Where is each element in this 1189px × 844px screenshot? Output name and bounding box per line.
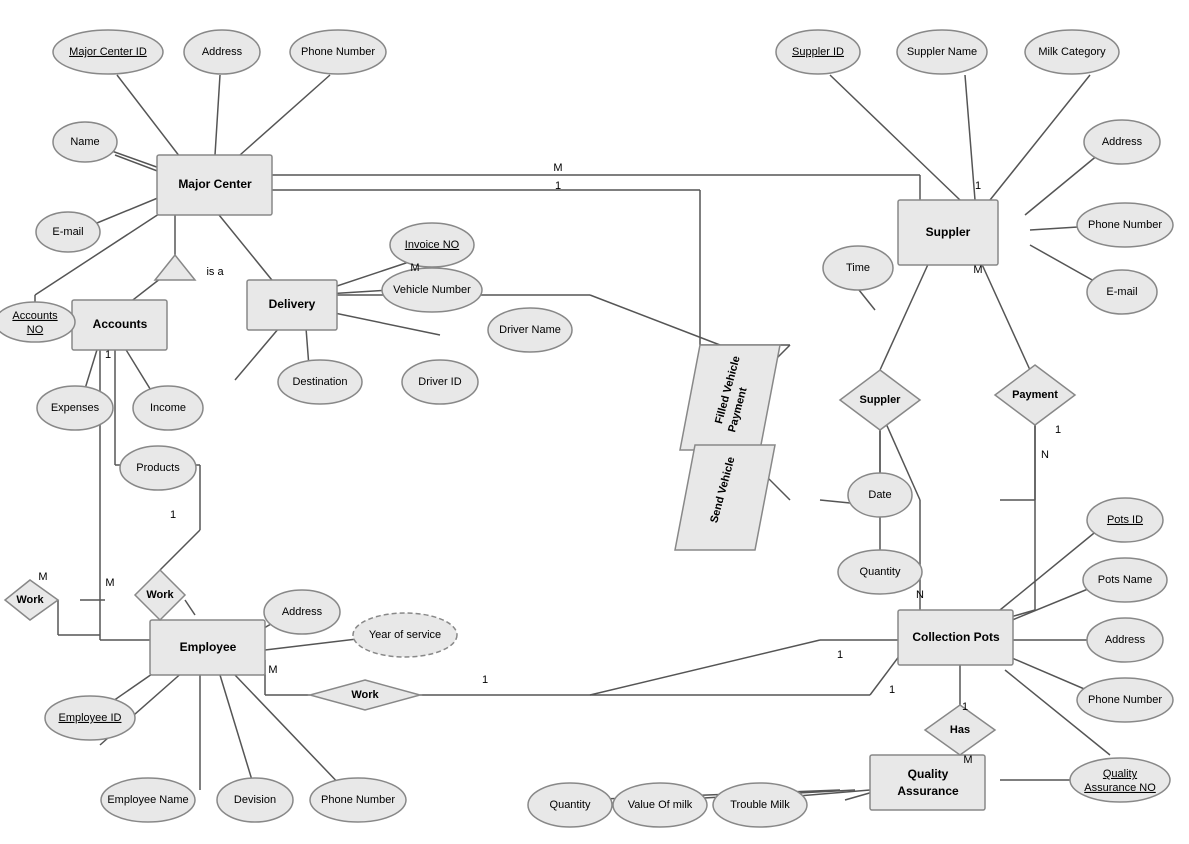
relationship-has-label: Has [950, 724, 970, 736]
entity-major-center-label: Major Center [178, 177, 252, 191]
cardinality-1-top: 1 [555, 180, 561, 192]
attr-qa-no-label: Quality [1103, 768, 1138, 780]
er-diagram: Major Center Accounts Delivery Employee … [0, 0, 1189, 841]
attr-major-center-name-label: Name [70, 136, 99, 148]
attr-pots-id-label: Pots ID [1107, 514, 1143, 526]
attr-suppler-quantity-label: Quantity [860, 566, 901, 578]
attr-major-center-email-label: E-mail [52, 226, 83, 238]
attr-qa-no [1070, 758, 1170, 802]
cardinality-1-payment: 1 [1055, 424, 1061, 436]
attr-driver-name-label: Driver Name [499, 324, 561, 336]
attr-major-center-address-label: Address [202, 46, 243, 58]
cardinality-m-has: M [963, 754, 972, 766]
attr-expenses-label: Expenses [51, 402, 100, 414]
cardinality-m-work-left2: M [38, 571, 47, 583]
attr-major-center-id-label: Major Center ID [69, 46, 147, 58]
entity-collection-pots-label: Collection Pots [912, 630, 1000, 644]
attr-qa-trouble-label: Trouble Milk [730, 799, 790, 811]
relationship-payment-label: Payment [1012, 389, 1058, 401]
cardinality-m-work-bottom: M [268, 664, 277, 676]
attr-qa-value-label: Value Of milk [628, 799, 693, 811]
attr-milk-category-label: Milk Category [1038, 46, 1106, 58]
attr-time-label: Time [846, 262, 870, 274]
cardinality-1-collection-left: 1 [837, 649, 843, 661]
attr-employee-id-label: Employee ID [59, 712, 122, 724]
attr-suppler-email-label: E-mail [1106, 286, 1137, 298]
attr-devision-label: Devision [234, 794, 276, 806]
attr-accounts-no-label2: NO [27, 324, 44, 336]
attr-income-label: Income [150, 402, 186, 414]
entity-delivery-label: Delivery [269, 297, 316, 311]
relationship-work-top-label: Work [146, 589, 174, 601]
attr-employee-name-label: Employee Name [107, 794, 188, 806]
attr-date-label: Date [868, 489, 891, 501]
attr-vehicle-number-label: Vehicle Number [393, 284, 471, 296]
attr-accounts-no [0, 302, 75, 342]
cardinality-m-delivery: M [410, 262, 419, 274]
cardinality-1-collection-bottom: 1 [889, 684, 895, 696]
entity-suppler-label: Suppler [926, 225, 971, 239]
attr-year-of-service-label: Year of service [369, 629, 441, 641]
attr-qa-no-label2: Assurance NO [1084, 782, 1156, 794]
cardinality-n-collection: N [916, 589, 924, 601]
relationship-suppler-label: Suppler [860, 394, 902, 406]
attr-suppler-name-label: Suppler Name [907, 46, 977, 58]
attr-products-label: Products [136, 462, 180, 474]
entity-accounts-label: Accounts [93, 317, 148, 331]
cardinality-1-suppler: 1 [975, 180, 981, 192]
attr-invoice-no-label: Invoice NO [405, 239, 460, 251]
attr-suppler-address-label: Address [1102, 136, 1143, 148]
cardinality-m-suppler: M [973, 264, 982, 276]
relationship-work-left-label: Work [16, 594, 44, 606]
cardinality-m-top: M [553, 162, 562, 174]
isa-label: is a [206, 266, 224, 278]
cardinality-n-payment: N [1041, 449, 1049, 461]
cardinality-1-accounts: 1 [105, 349, 111, 361]
cardinality-1-work-bottom: 1 [482, 674, 488, 686]
cardinality-m-work-left: M [105, 577, 114, 589]
attr-qa-quantity-label: Quantity [550, 799, 591, 811]
attr-employee-phone-label: Phone Number [321, 794, 395, 806]
attr-destination-label: Destination [292, 376, 347, 388]
attr-major-center-phone-label: Phone Number [301, 46, 375, 58]
attr-suppler-phone-label: Phone Number [1088, 219, 1162, 231]
entity-quality-assurance-label2: Assurance [897, 784, 959, 798]
cardinality-1-has: 1 [962, 701, 968, 713]
relationship-work-bottom-label: Work [351, 689, 379, 701]
attr-pots-address-label: Address [1105, 634, 1146, 646]
attr-driver-id-label: Driver ID [418, 376, 461, 388]
attr-employee-address-label: Address [282, 606, 323, 618]
isa-triangle [155, 255, 195, 280]
attr-pots-name-label: Pots Name [1098, 574, 1152, 586]
attr-pots-phone-label: Phone Number [1088, 694, 1162, 706]
entity-employee-label: Employee [180, 640, 237, 654]
attr-accounts-no-label: Accounts [12, 310, 58, 322]
cardinality-1-products: 1 [170, 509, 176, 521]
attr-suppler-id-label: Suppler ID [792, 46, 844, 58]
entity-quality-assurance-label: Quality [908, 767, 949, 781]
